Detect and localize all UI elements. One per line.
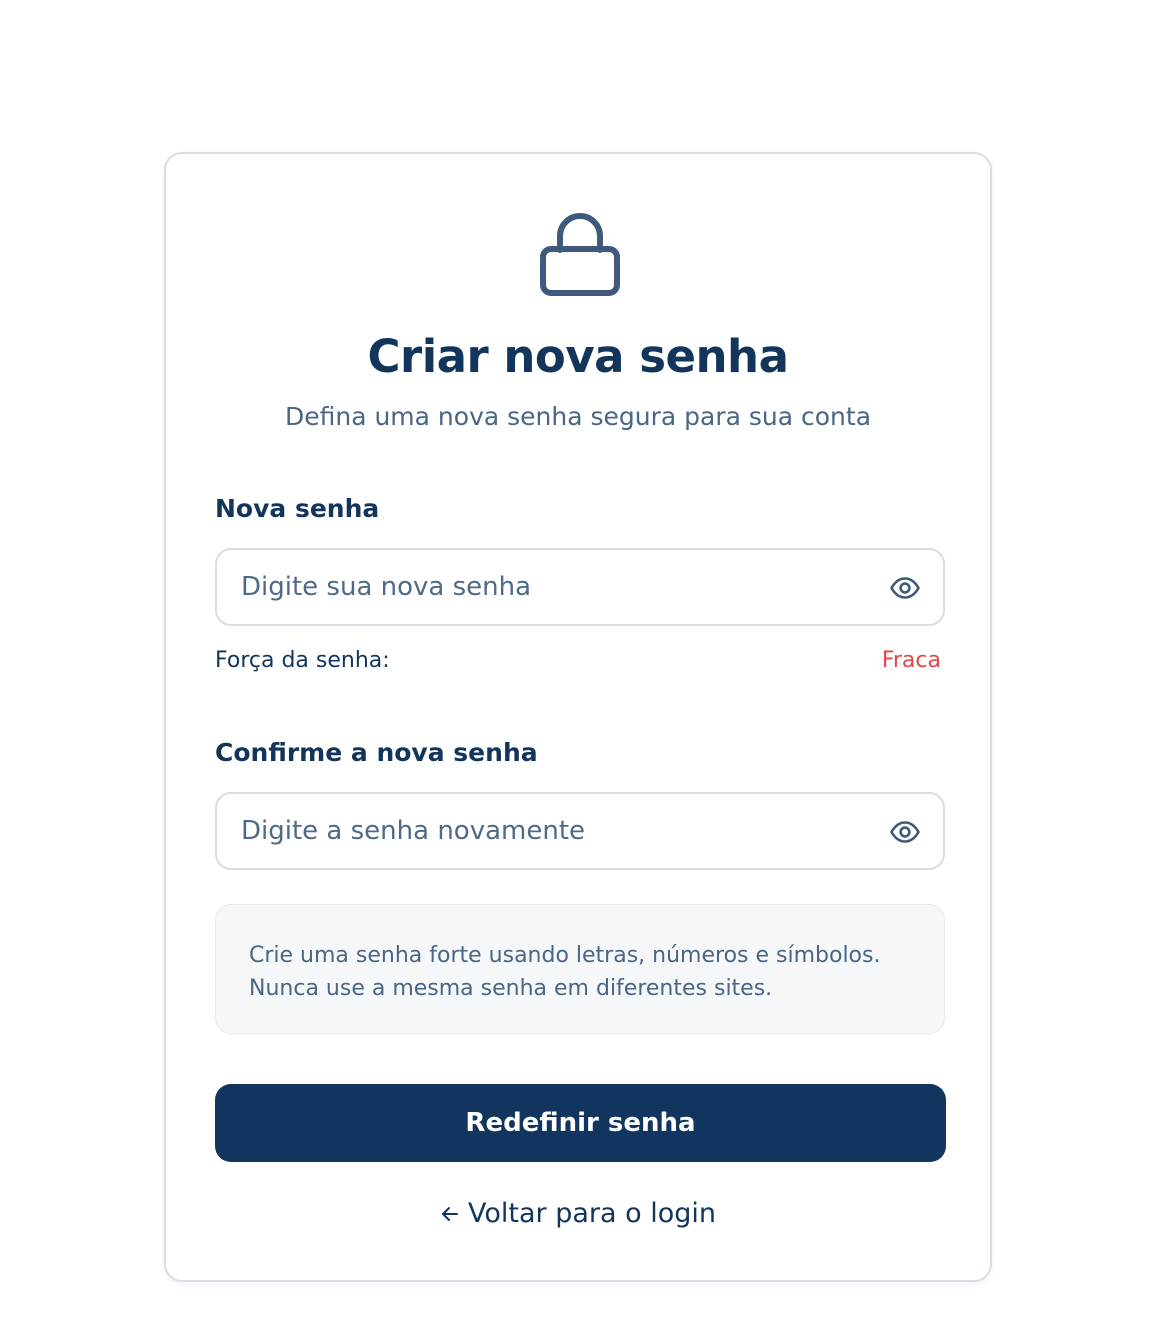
eye-icon[interactable] [889, 816, 921, 848]
password-strength-label: Força da senha: [215, 648, 390, 673]
back-to-login-link[interactable]: Voltar para o login [166, 1198, 990, 1231]
password-tip-box: Crie uma senha forte usando letras, núme… [215, 904, 945, 1034]
confirm-password-input[interactable] [241, 794, 841, 868]
eye-icon[interactable] [889, 572, 921, 604]
page-title: Criar nova senha [367, 330, 789, 383]
new-password-input[interactable] [241, 550, 841, 624]
confirm-password-field [215, 792, 945, 870]
new-password-field [215, 548, 945, 626]
tip-line: Nunca use a mesma senha em diferentes si… [249, 976, 773, 1001]
reset-password-button[interactable]: Redefinir senha [215, 1084, 946, 1162]
confirm-password-label: Confirme a nova senha [215, 738, 538, 767]
page-subtitle: Defina uma nova senha segura para sua co… [284, 402, 872, 431]
arrow-left-icon [440, 1200, 460, 1231]
back-to-login-label: Voltar para o login [468, 1198, 716, 1229]
lock-icon [538, 206, 622, 298]
password-strength-value: Fraca [881, 648, 941, 673]
new-password-label: Nova senha [215, 494, 380, 523]
tip-line: Crie uma senha forte usando letras, núme… [249, 943, 881, 968]
reset-password-card: Criar nova senha Defina uma nova senha s… [164, 152, 992, 1282]
